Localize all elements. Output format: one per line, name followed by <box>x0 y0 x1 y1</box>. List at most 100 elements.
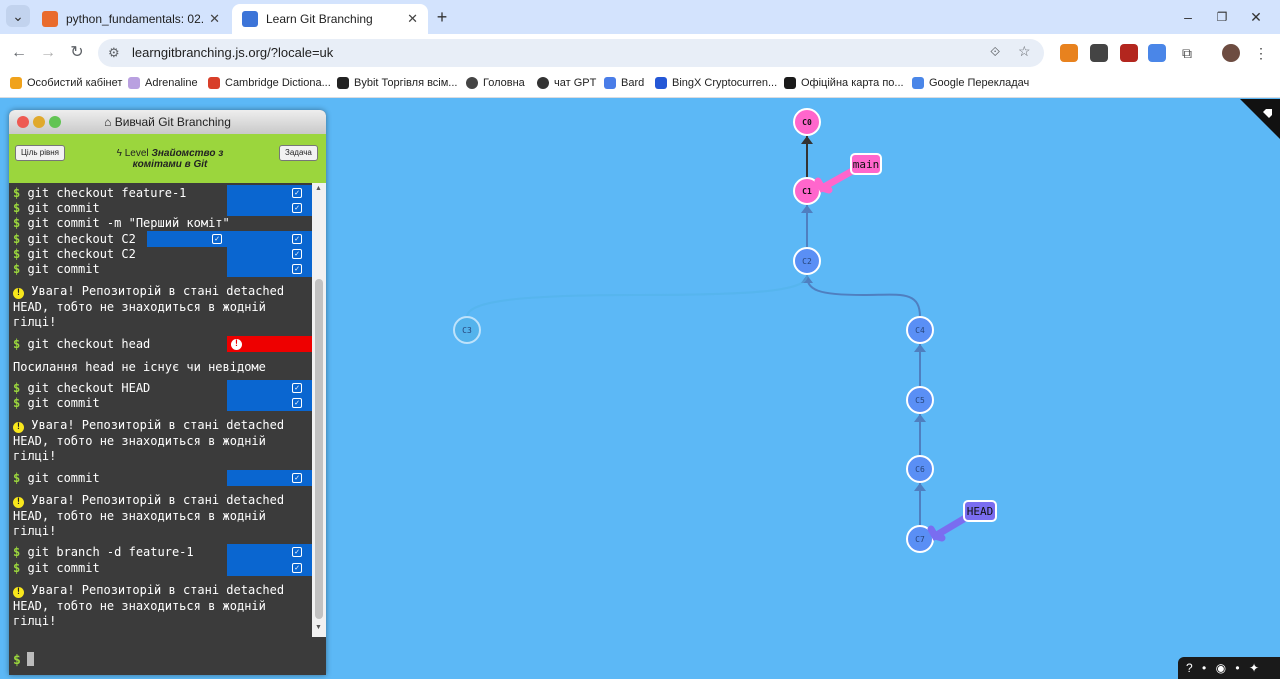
commit-label: C2 <box>802 257 812 266</box>
panel-titlebar[interactable]: ⌂ Вивчай Git Branching <box>9 110 326 134</box>
translate-extension-icon[interactable] <box>1148 44 1166 62</box>
minimize-dot-icon[interactable] <box>33 116 45 128</box>
twitter-icon[interactable]: ✦ <box>1249 661 1259 675</box>
help-icon[interactable]: ? <box>1186 661 1193 675</box>
branch-label: HEAD <box>967 505 994 518</box>
bookmark-item[interactable]: BingX Cryptocurren... <box>655 77 777 89</box>
branch-pointer-arrow <box>927 513 971 542</box>
reload-icon[interactable]: ↻ <box>66 42 88 64</box>
command-input[interactable]: $ <box>13 652 34 668</box>
extensions-icon[interactable]: ⧉ <box>1178 44 1196 62</box>
bookmark-item[interactable]: Особистий кабінет <box>10 77 122 89</box>
footer-bar: ? • ◉ • ✦ <box>1178 657 1280 679</box>
prompt-symbol: $ <box>13 471 28 485</box>
prompt-symbol: $ <box>13 561 28 575</box>
tab-python-fundamentals[interactable]: python_fundamentals: 02.2 Prac ✕ <box>32 4 230 34</box>
bookmark-item[interactable]: Головна <box>466 77 525 89</box>
bookmark-star-icon[interactable]: ☆ <box>1018 43 1031 60</box>
commit-label: C6 <box>915 465 925 474</box>
commit-label: C3 <box>462 326 472 335</box>
bookmark-label: Bard <box>621 77 645 89</box>
translate-icon[interactable]: ⟐ <box>990 44 1000 60</box>
bookmark-item[interactable]: Google Перекладач <box>912 77 1029 89</box>
terminal-command-line: $ git commit <box>13 471 100 486</box>
bookmark-icon <box>10 77 22 89</box>
warning-icon: ! <box>13 288 24 299</box>
commit-label: C0 <box>802 118 812 127</box>
qr-extension-icon[interactable] <box>1090 44 1108 62</box>
level-title: ϟ Level Знайомство з комітами в Git <box>99 148 241 170</box>
bookmark-item[interactable]: Bybit Торгівля всім... <box>337 77 457 89</box>
maximize-dot-icon[interactable] <box>49 116 61 128</box>
terminal-warning: ! Увага! Репозиторій в стані detached HE… <box>13 418 303 465</box>
commit-edge <box>466 274 808 318</box>
browser-toolbar: ← → ↻ ⚙ learngitbranching.js.org/?locale… <box>0 34 1280 72</box>
terminal-scrollbar[interactable]: ▲ ▼ <box>312 183 326 637</box>
tab-search-button[interactable]: ⌄ <box>6 5 30 27</box>
back-icon[interactable]: ← <box>8 42 30 64</box>
prompt-symbol: $ <box>13 653 21 668</box>
bookmark-item[interactable]: Офіційна карта по... <box>784 77 904 89</box>
close-tab-icon[interactable]: ✕ <box>407 11 418 27</box>
commit-label: C4 <box>915 326 925 335</box>
task-button[interactable]: Задача <box>279 145 318 161</box>
terminal-info-line: Посилання head не існує чи невідоме <box>13 360 266 374</box>
site-info-icon[interactable]: ⚙ <box>108 45 120 61</box>
menu-icon[interactable]: ⋮ <box>1252 44 1270 62</box>
edge-arrow-icon <box>914 414 926 422</box>
success-check-icon: ✓ <box>292 264 302 274</box>
terminal-command-line: $ git checkout C2 <box>13 232 136 247</box>
bookmark-label: BingX Cryptocurren... <box>672 77 778 89</box>
commit-label: C7 <box>915 535 925 544</box>
bookmark-icon <box>208 77 220 89</box>
error-icon: ! <box>231 339 242 350</box>
bookmark-label: Google Перекладач <box>929 77 1030 89</box>
scroll-up-icon[interactable]: ▲ <box>315 185 322 192</box>
command-result-bar <box>147 231 315 247</box>
commit-label: C5 <box>915 396 925 405</box>
language-icon[interactable]: ◉ <box>1216 661 1226 675</box>
command-text: git checkout HEAD <box>27 381 151 395</box>
level-bar: Ціль рівня ϟ Level Знайомство з комітами… <box>9 134 326 183</box>
terminal-command-line: $ git commit <box>13 262 100 277</box>
prompt-symbol: $ <box>13 337 28 351</box>
close-dot-icon[interactable] <box>17 116 29 128</box>
url-text[interactable]: learngitbranching.js.org/?locale=uk <box>132 45 333 60</box>
terminal-output: ✓ $ git checkout feature-1 ✓ $ git commit $ … <box>9 183 315 675</box>
command-text: git checkout feature-1 <box>27 186 187 200</box>
bookmark-item[interactable]: Cambridge Dictiona... <box>208 77 331 89</box>
bookmark-item[interactable]: Bard <box>604 77 644 89</box>
bookmark-icon <box>128 77 140 89</box>
forward-icon[interactable]: → <box>37 42 59 64</box>
bookmark-item[interactable]: чат GPT <box>537 77 596 89</box>
close-window-button[interactable]: ✕ <box>1244 6 1268 28</box>
warning-text: Увага! Репозиторій в стані detached HEAD… <box>13 284 285 329</box>
success-check-icon: ✓ <box>292 234 302 244</box>
command-text: git commit -m "Перший коміт" <box>27 216 230 230</box>
scroll-down-icon[interactable]: ▼ <box>315 624 322 631</box>
maximize-button[interactable]: ❐ <box>1210 6 1234 28</box>
address-bar[interactable]: ⚙ learngitbranching.js.org/?locale=uk ⟐ … <box>98 39 1044 67</box>
commit-edge <box>806 274 921 318</box>
github-corner-icon[interactable] <box>1240 99 1280 139</box>
prompt-symbol: $ <box>13 186 28 200</box>
objective-button[interactable]: Ціль рівня <box>15 145 65 161</box>
profile-avatar[interactable] <box>1222 44 1240 62</box>
new-tab-button[interactable]: + <box>430 6 454 28</box>
favicon-icon <box>42 11 58 27</box>
bookmark-item[interactable]: Adrenaline <box>128 77 198 89</box>
terminal-command-line: $ git branch -d feature-1 <box>13 545 194 560</box>
metamask-icon[interactable] <box>1060 44 1078 62</box>
minimize-button[interactable]: – <box>1176 6 1200 28</box>
command-text: git commit <box>27 561 100 575</box>
bolt-icon: ϟ <box>116 148 122 159</box>
command-text: git checkout C2 <box>27 247 136 261</box>
tab-learn-git-branching[interactable]: Learn Git Branching ✕ <box>232 4 428 34</box>
edge-arrow-icon <box>914 483 926 491</box>
terminal-command-line: $ git checkout feature-1 <box>13 186 186 201</box>
bookmark-label: Головна <box>483 77 525 89</box>
scroll-thumb[interactable] <box>315 279 323 619</box>
adblock-extension-icon[interactable] <box>1120 44 1138 62</box>
prompt-symbol: $ <box>13 545 28 559</box>
close-tab-icon[interactable]: ✕ <box>209 11 220 27</box>
